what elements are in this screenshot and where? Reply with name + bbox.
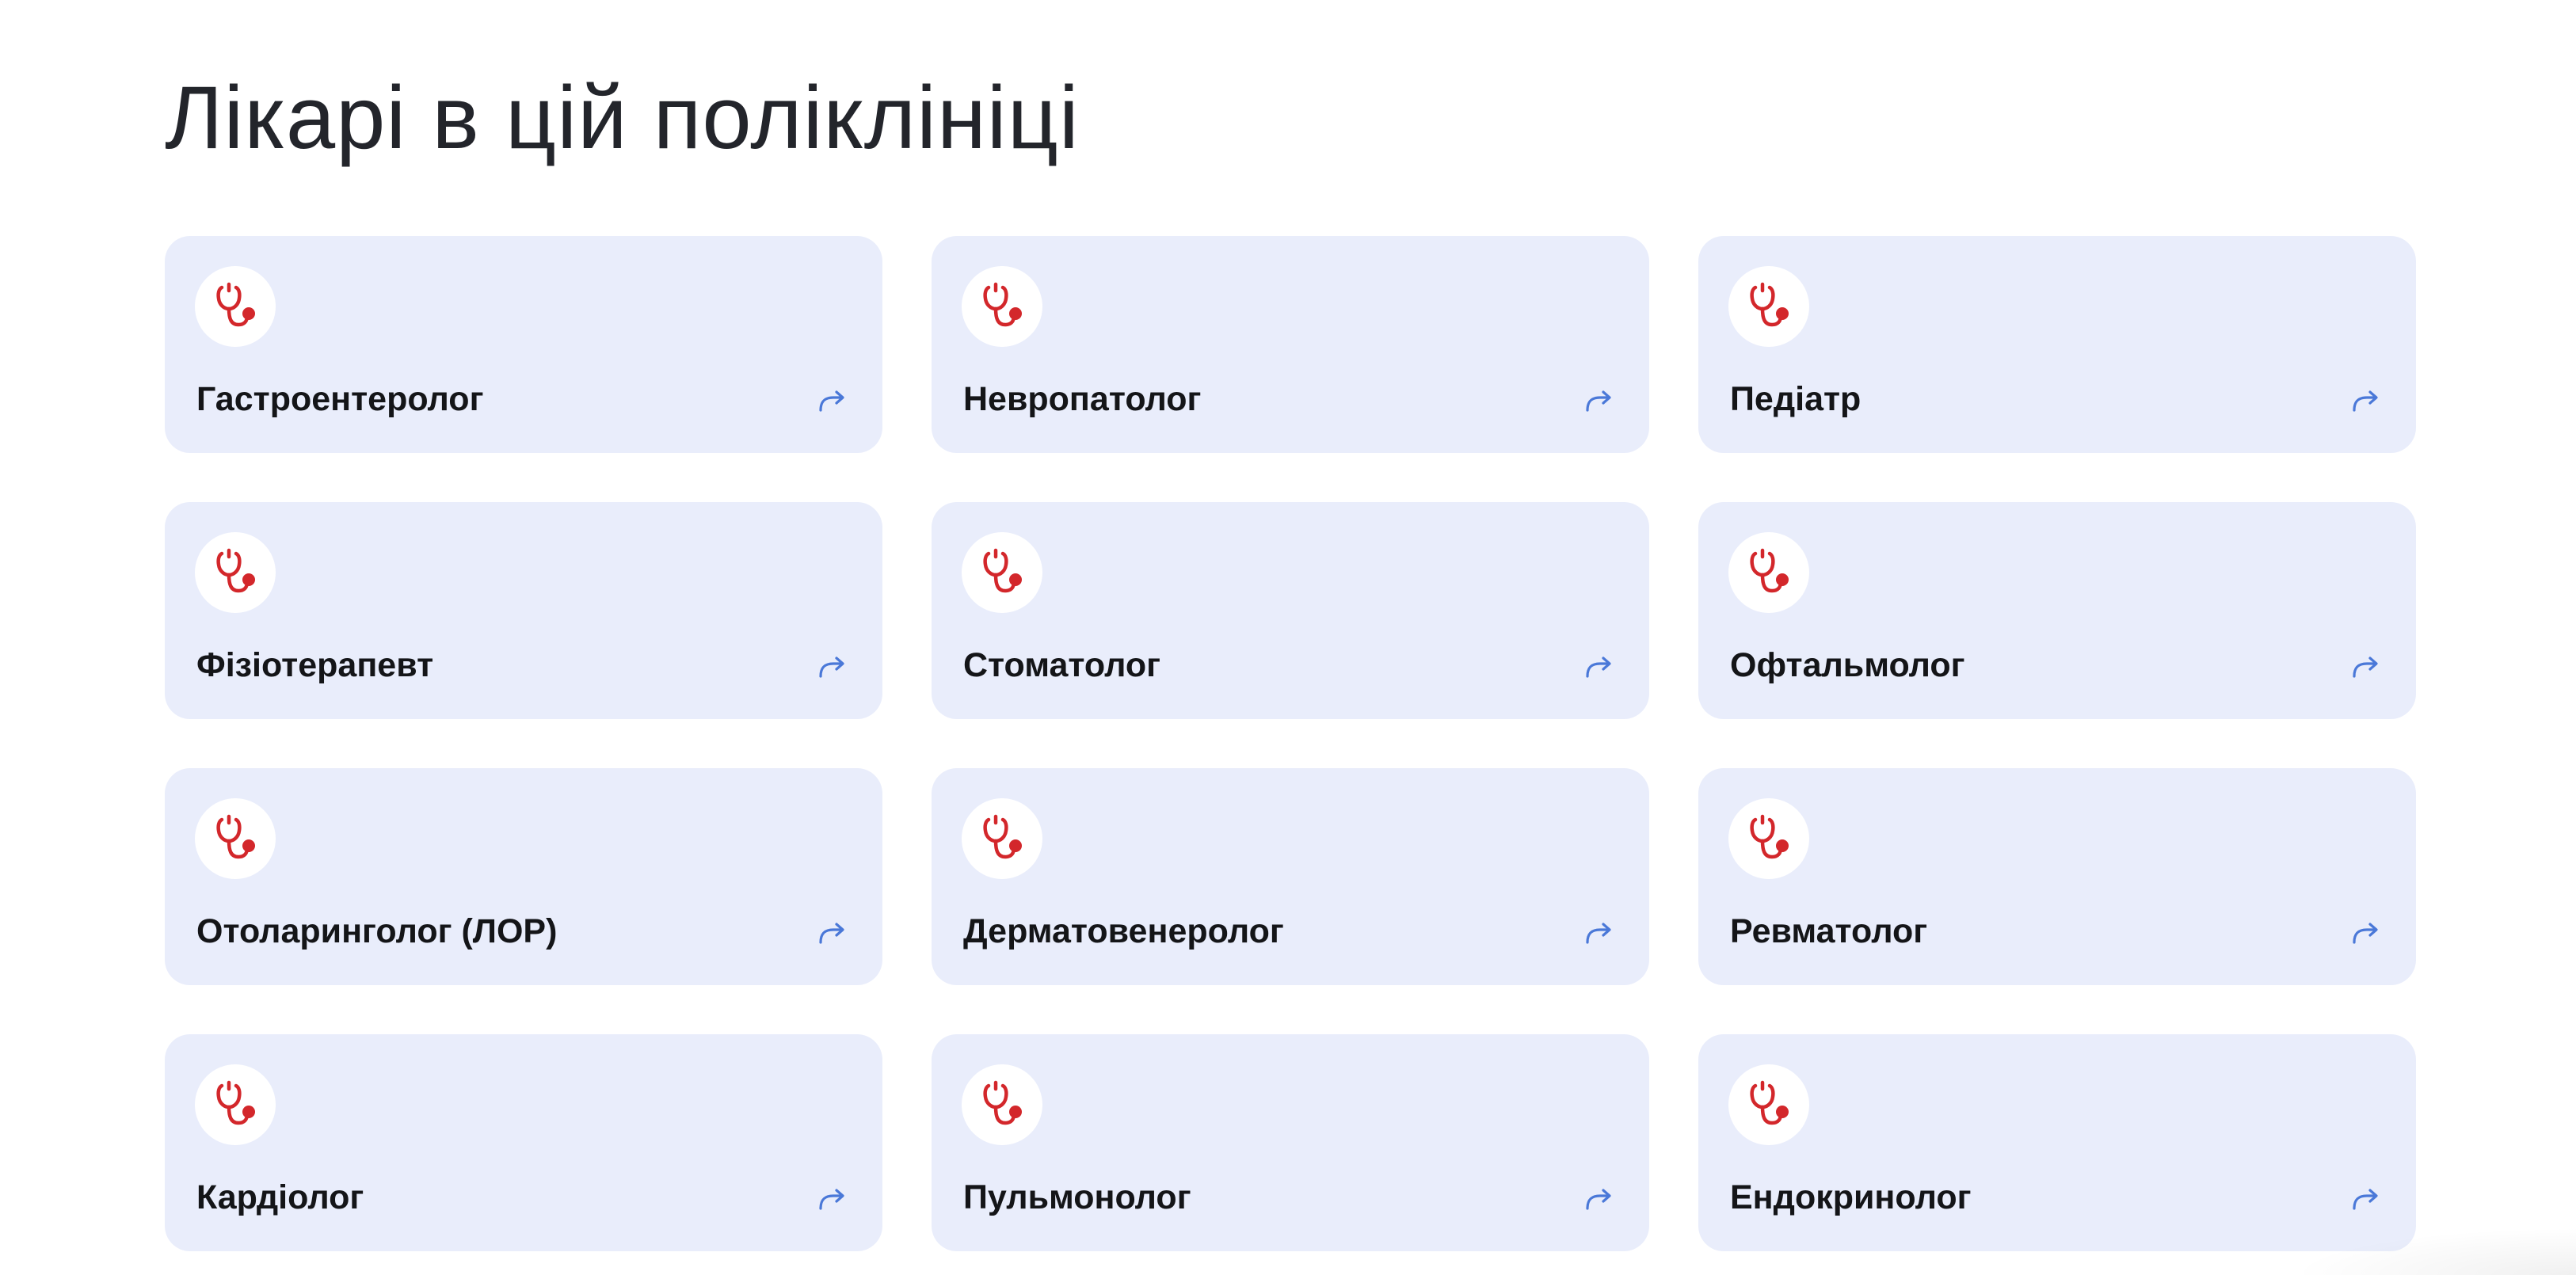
doctor-card-label: Гастроентеролог: [196, 380, 484, 418]
doctor-specialty-grid: Гастроентеролог Невропатолог Педіатр Фіз…: [165, 236, 2419, 1251]
share-arrow-icon[interactable]: [816, 1183, 848, 1215]
share-arrow-icon[interactable]: [2349, 385, 2381, 417]
share-arrow-icon[interactable]: [1583, 385, 1614, 417]
share-arrow-icon[interactable]: [1583, 917, 1614, 949]
stethoscope-icon: [962, 532, 1042, 613]
stethoscope-icon: [962, 266, 1042, 347]
doctor-card[interactable]: Невропатолог: [932, 236, 1649, 453]
doctor-card-label: Пульмонолог: [963, 1178, 1191, 1216]
share-arrow-icon[interactable]: [1583, 1183, 1614, 1215]
stethoscope-icon: [195, 266, 276, 347]
doctor-card[interactable]: Дерматовенеролог: [932, 768, 1649, 985]
doctor-card[interactable]: Офтальмолог: [1698, 502, 2416, 719]
doctor-card-label: Стоматолог: [963, 646, 1161, 684]
stethoscope-icon: [962, 798, 1042, 879]
page-title: Лікарі в цій поліклініці: [165, 68, 1080, 167]
doctor-card-label: Фізіотерапевт: [196, 646, 434, 684]
doctor-card[interactable]: Стоматолог: [932, 502, 1649, 719]
doctor-card[interactable]: Гастроентеролог: [165, 236, 882, 453]
doctors-page: Лікарі в цій поліклініці Гастроентеролог…: [0, 0, 2576, 1275]
doctor-card[interactable]: Пульмонолог: [932, 1034, 1649, 1251]
doctor-card[interactable]: Ендокринолог: [1698, 1034, 2416, 1251]
doctor-card[interactable]: Ревматолог: [1698, 768, 2416, 985]
doctor-card[interactable]: Кардіолог: [165, 1034, 882, 1251]
share-arrow-icon[interactable]: [2349, 1183, 2381, 1215]
share-arrow-icon[interactable]: [816, 917, 848, 949]
stethoscope-icon: [195, 1064, 276, 1145]
share-arrow-icon[interactable]: [1583, 651, 1614, 683]
share-arrow-icon[interactable]: [816, 385, 848, 417]
share-arrow-icon[interactable]: [2349, 651, 2381, 683]
doctor-card-label: Ревматолог: [1730, 912, 1928, 950]
share-arrow-icon[interactable]: [2349, 917, 2381, 949]
doctor-card-label: Дерматовенеролог: [963, 912, 1284, 950]
doctor-card-label: Ендокринолог: [1730, 1178, 1972, 1216]
stethoscope-icon: [962, 1064, 1042, 1145]
doctor-card-label: Офтальмолог: [1730, 646, 1965, 684]
stethoscope-icon: [1728, 1064, 1809, 1145]
stethoscope-icon: [1728, 798, 1809, 879]
doctor-card-label: Невропатолог: [963, 380, 1202, 418]
share-arrow-icon[interactable]: [816, 651, 848, 683]
stethoscope-icon: [1728, 266, 1809, 347]
doctor-card-label: Отоларинголог (ЛОР): [196, 912, 558, 950]
stethoscope-icon: [195, 798, 276, 879]
stethoscope-icon: [1728, 532, 1809, 613]
doctor-card-label: Кардіолог: [196, 1178, 364, 1216]
doctor-card[interactable]: Фізіотерапевт: [165, 502, 882, 719]
doctor-card[interactable]: Педіатр: [1698, 236, 2416, 453]
doctor-card[interactable]: Отоларинголог (ЛОР): [165, 768, 882, 985]
stethoscope-icon: [195, 532, 276, 613]
doctor-card-label: Педіатр: [1730, 380, 1862, 418]
